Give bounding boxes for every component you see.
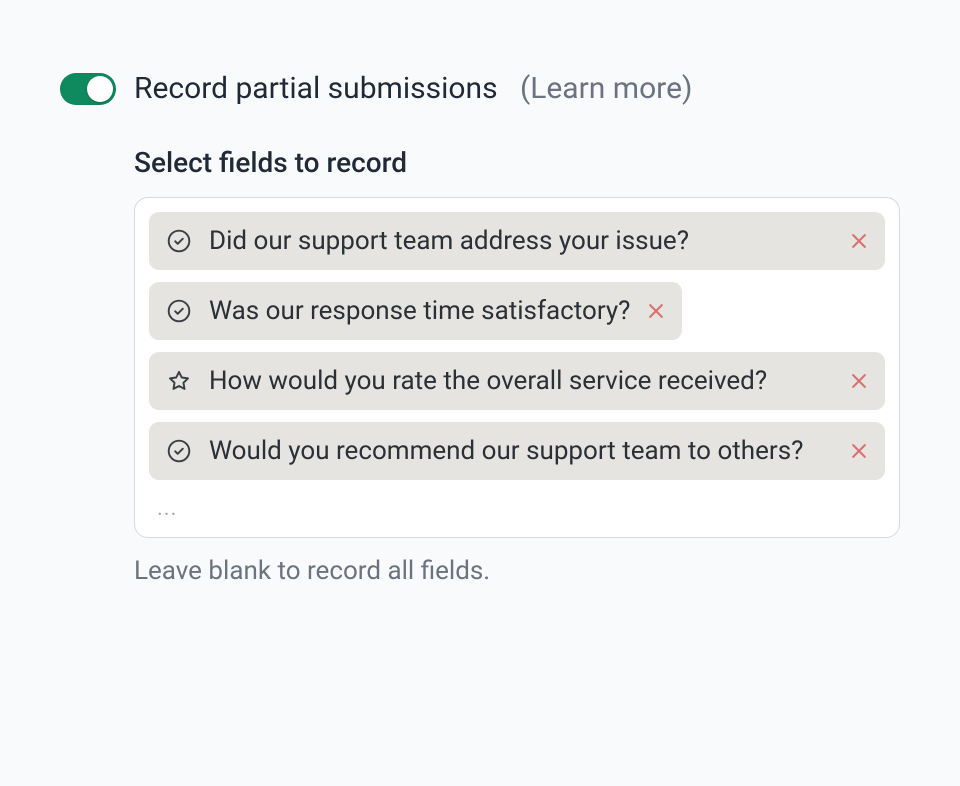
- section-subtitle: Select fields to record: [134, 146, 900, 179]
- record-partial-submissions-toggle[interactable]: [60, 73, 116, 105]
- remove-field-button[interactable]: [849, 371, 869, 391]
- learn-more-link[interactable]: (Learn more): [520, 71, 693, 106]
- check-circle-icon: [165, 437, 193, 465]
- setting-title-row: Record partial submissions (Learn more): [134, 70, 900, 108]
- star-icon: [165, 367, 193, 395]
- field-label: Did our support team address your issue?: [209, 224, 833, 258]
- more-options-icon[interactable]: ...: [149, 492, 885, 529]
- check-circle-icon: [165, 297, 193, 325]
- help-text: Leave blank to record all fields.: [134, 556, 900, 586]
- check-circle-icon: [165, 227, 193, 255]
- toggle-knob: [87, 76, 113, 102]
- field-label: How would you rate the overall service r…: [209, 364, 833, 398]
- partial-submissions-setting: Record partial submissions (Learn more) …: [60, 70, 900, 586]
- setting-title: Record partial submissions: [134, 71, 498, 106]
- field-label: Was our response time satisfactory?: [209, 294, 630, 328]
- field-chip[interactable]: Would you recommend our support team to …: [149, 422, 885, 480]
- remove-field-button[interactable]: [849, 441, 869, 461]
- remove-field-button[interactable]: [849, 231, 869, 251]
- field-label: Would you recommend our support team to …: [209, 434, 833, 468]
- field-chip[interactable]: How would you rate the overall service r…: [149, 352, 885, 410]
- remove-field-button[interactable]: [646, 301, 666, 321]
- fields-selector[interactable]: Did our support team address your issue?…: [134, 197, 900, 538]
- field-chip[interactable]: Was our response time satisfactory?: [149, 282, 682, 340]
- setting-main: Record partial submissions (Learn more) …: [134, 70, 900, 586]
- field-chip[interactable]: Did our support team address your issue?: [149, 212, 885, 270]
